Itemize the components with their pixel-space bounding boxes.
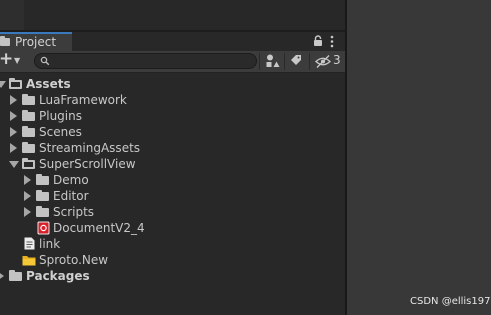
upper-panel bbox=[0, 0, 345, 31]
toolbar-divider bbox=[309, 53, 310, 70]
pdf-document-icon bbox=[37, 221, 50, 235]
tree-item-label: Scripts bbox=[53, 205, 95, 219]
tab-bar: Project bbox=[0, 32, 345, 51]
expand-arrow-icon[interactable] bbox=[24, 175, 31, 185]
toolbar-divider bbox=[284, 53, 285, 70]
create-menu-button[interactable]: + ▼ bbox=[0, 49, 24, 71]
folder-icon bbox=[36, 206, 49, 217]
collapse-arrow-icon[interactable] bbox=[9, 161, 19, 168]
open-folder-icon bbox=[9, 78, 22, 89]
expand-arrow-icon[interactable] bbox=[10, 111, 17, 121]
expand-arrow-icon[interactable] bbox=[10, 127, 17, 137]
tree-item-label: Sproto.New bbox=[39, 253, 109, 267]
text-file-icon bbox=[24, 237, 35, 250]
folder-icon bbox=[22, 126, 35, 137]
tree-item-packages[interactable]: Packages bbox=[0, 268, 345, 284]
yellow-folder-icon bbox=[22, 256, 36, 266]
tree-item-label: Plugins bbox=[39, 109, 82, 123]
expand-arrow-icon[interactable] bbox=[24, 207, 31, 217]
folder-icon bbox=[36, 174, 49, 185]
tree-item-label: Demo bbox=[53, 173, 89, 187]
folder-icon bbox=[22, 94, 35, 105]
tree-item-label: LuaFramework bbox=[39, 93, 127, 107]
tree-item-luaframework[interactable]: LuaFramework bbox=[0, 92, 345, 108]
project-toolbar: + ▼ 3 bbox=[0, 49, 345, 73]
toggle-hidden-packages-icon[interactable] bbox=[313, 52, 333, 71]
tree-item-label: DocumentV2_4 bbox=[53, 221, 145, 235]
hidden-packages-count: 3 bbox=[333, 53, 341, 67]
expand-arrow-icon[interactable] bbox=[10, 143, 17, 153]
collapse-arrow-icon[interactable] bbox=[0, 81, 6, 88]
folder-icon bbox=[0, 36, 10, 46]
lock-icon[interactable] bbox=[313, 35, 323, 47]
tree-item-link[interactable]: link bbox=[0, 236, 345, 252]
tree-item-demo[interactable]: Demo bbox=[0, 172, 345, 188]
plus-icon: + bbox=[0, 49, 14, 69]
search-field[interactable] bbox=[34, 53, 257, 69]
expand-arrow-icon[interactable] bbox=[24, 191, 31, 201]
tree-item-sproto-new[interactable]: Sproto.New bbox=[0, 252, 345, 268]
toolbar-divider bbox=[259, 53, 260, 70]
tab-project-label: Project bbox=[15, 35, 57, 49]
tree-item-editor[interactable]: Editor bbox=[0, 188, 345, 204]
open-folder-icon bbox=[22, 158, 35, 169]
tree-item-superscrollview[interactable]: SuperScrollView bbox=[0, 156, 345, 172]
folder-icon bbox=[22, 110, 35, 121]
folder-icon bbox=[36, 190, 49, 201]
filter-by-label-icon[interactable] bbox=[287, 52, 305, 71]
upper-panel-strip bbox=[0, 0, 24, 31]
tree-item-scenes[interactable]: Scenes bbox=[0, 124, 345, 140]
search-input[interactable] bbox=[53, 54, 249, 68]
tree-item-label: Packages bbox=[26, 269, 90, 283]
watermark: CSDN @ellis1970 bbox=[410, 296, 491, 307]
chevron-down-icon: ▼ bbox=[14, 56, 21, 65]
tree-item-assets[interactable]: Assets bbox=[0, 76, 345, 92]
expand-arrow-icon[interactable] bbox=[10, 95, 17, 105]
tree-item-label: link bbox=[39, 237, 61, 251]
tree-item-label: SuperScrollView bbox=[39, 157, 136, 171]
tree-item-plugins[interactable]: Plugins bbox=[0, 108, 345, 124]
search-icon bbox=[40, 56, 50, 66]
tree-item-label: Scenes bbox=[39, 125, 82, 139]
expand-arrow-icon[interactable] bbox=[0, 271, 4, 281]
tree-item-label: Assets bbox=[26, 77, 71, 91]
tree-item-label: Editor bbox=[53, 189, 89, 203]
filter-by-type-icon[interactable] bbox=[263, 52, 281, 71]
tree-item-streamingassets[interactable]: StreamingAssets bbox=[0, 140, 345, 156]
tree-item-scripts[interactable]: Scripts bbox=[0, 204, 345, 220]
kebab-menu-icon[interactable] bbox=[329, 35, 335, 48]
tree-item-label: StreamingAssets bbox=[39, 141, 141, 155]
right-panel bbox=[347, 0, 491, 315]
tree-item-documentv2-4[interactable]: DocumentV2_4 bbox=[0, 220, 345, 236]
folder-icon bbox=[9, 270, 22, 281]
folder-icon bbox=[22, 142, 35, 153]
